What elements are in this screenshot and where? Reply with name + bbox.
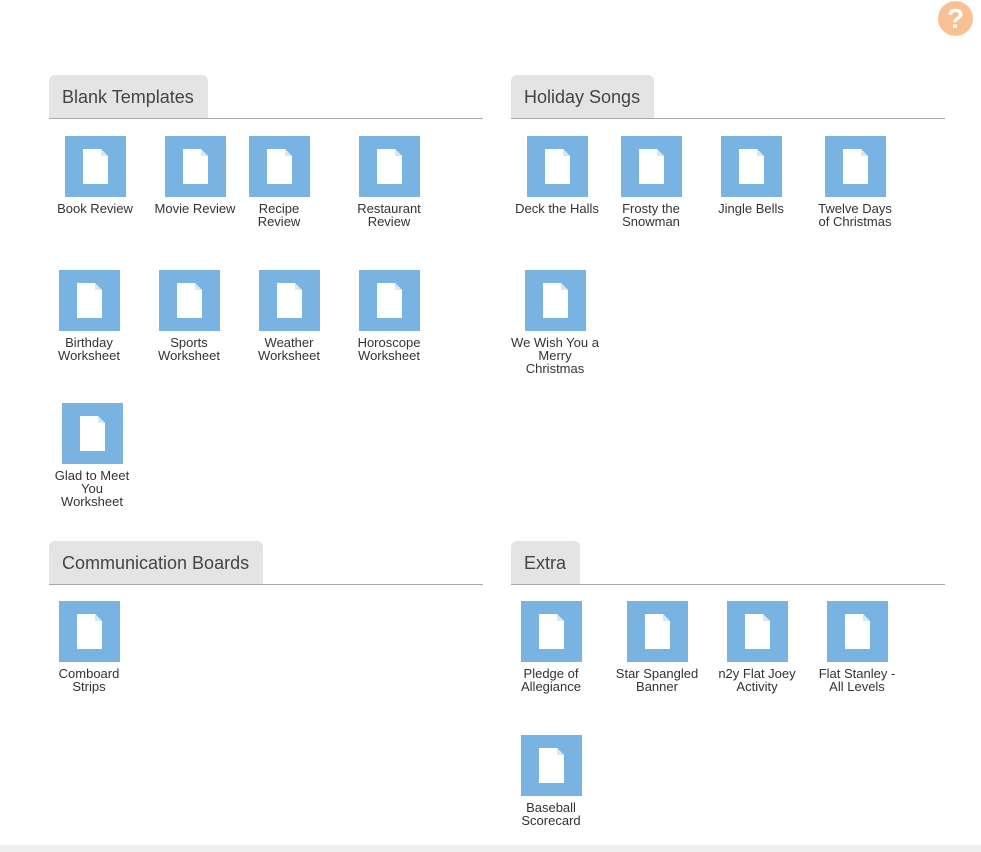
- template-item-pledge-of-allegiance[interactable]: Pledge of Allegiance: [511, 601, 591, 693]
- document-icon: [164, 136, 226, 197]
- document-icon: [358, 270, 420, 331]
- section-communication-boards: Communication Boards Comboard Strips: [49, 541, 483, 693]
- document-icon: [626, 601, 688, 662]
- template-label: Deck the Halls: [515, 201, 599, 216]
- template-item-sports-worksheet[interactable]: Sports Worksheet: [149, 270, 229, 362]
- section-header: Extra: [511, 541, 945, 585]
- document-icon: [720, 136, 782, 197]
- template-item-we-wish-you-a-merry-christmas[interactable]: We Wish You a Merry Christmas: [511, 270, 599, 375]
- document-icon: [258, 270, 320, 331]
- document-icon: [64, 136, 126, 197]
- document-icon: [824, 136, 886, 197]
- template-label: Frosty the Snowman: [622, 201, 680, 229]
- template-item-book-review[interactable]: Book Review: [49, 136, 141, 215]
- template-label: We Wish You a Merry Christmas: [511, 335, 599, 376]
- document-icon: [61, 403, 123, 464]
- template-item-deck-the-halls[interactable]: Deck the Halls: [511, 136, 603, 215]
- template-item-recipe-review[interactable]: Recipe Review: [249, 136, 310, 229]
- template-item-glad-to-meet-you-worksheet[interactable]: Glad to Meet You Worksheet: [49, 403, 135, 508]
- template-label: Jingle Bells: [718, 201, 784, 216]
- template-item-horoscope-worksheet[interactable]: Horoscope Worksheet: [349, 270, 429, 362]
- template-item-jingle-bells[interactable]: Jingle Bells: [711, 136, 791, 215]
- section-blank-templates: Blank Templates Book Review Movie Review…: [49, 75, 483, 508]
- document-icon: [158, 270, 220, 331]
- template-label: Restaurant Review: [357, 201, 421, 229]
- template-label: Pledge of Allegiance: [521, 666, 581, 694]
- section-title: Holiday Songs: [511, 75, 655, 118]
- template-item-comboard-strips[interactable]: Comboard Strips: [49, 601, 129, 693]
- template-label: Baseball Scorecard: [521, 800, 581, 828]
- help-button[interactable]: ?: [938, 1, 973, 36]
- section-header: Holiday Songs: [511, 75, 945, 119]
- section-title: Communication Boards: [49, 541, 264, 584]
- template-item-weather-worksheet[interactable]: Weather Worksheet: [249, 270, 329, 362]
- document-icon: [520, 601, 582, 662]
- question-mark-icon: ?: [946, 3, 965, 34]
- template-item-baseball-scorecard[interactable]: Baseball Scorecard: [511, 735, 591, 827]
- document-icon: [526, 136, 588, 197]
- document-icon: [620, 136, 682, 197]
- template-item-flat-stanley-all-levels[interactable]: Flat Stanley - All Levels: [811, 601, 903, 693]
- document-icon: [524, 270, 586, 331]
- template-label: Book Review: [57, 201, 133, 216]
- template-item-restaurant-review[interactable]: Restaurant Review: [349, 136, 429, 228]
- document-icon: [726, 601, 788, 662]
- template-item-birthday-worksheet[interactable]: Birthday Worksheet: [49, 270, 129, 362]
- template-label: Flat Stanley - All Levels: [818, 666, 896, 694]
- template-item-twelve-days-of-christmas[interactable]: Twelve Days of Christmas: [811, 136, 899, 228]
- template-label: Horoscope Worksheet: [357, 335, 421, 363]
- template-item-movie-review[interactable]: Movie Review: [149, 136, 241, 215]
- section-title: Blank Templates: [49, 75, 208, 118]
- bottom-scroll-bar: [0, 845, 981, 852]
- template-label: Sports Worksheet: [158, 335, 220, 363]
- section-header: Communication Boards: [49, 541, 483, 585]
- template-label: Recipe Review: [257, 201, 301, 229]
- template-item-frosty-the-snowman[interactable]: Frosty the Snowman: [611, 136, 691, 228]
- section-extra: Extra Pledge of Allegiance Star Spangled…: [511, 541, 945, 827]
- template-label: Weather Worksheet: [258, 335, 320, 363]
- section-holiday-songs: Holiday Songs Deck the Halls Frosty the …: [511, 75, 945, 375]
- document-icon: [358, 136, 420, 197]
- template-label: Birthday Worksheet: [58, 335, 120, 363]
- section-title: Extra: [511, 541, 581, 584]
- template-label: Movie Review: [154, 201, 236, 216]
- template-item-star-spangled-banner[interactable]: Star Spangled Banner: [609, 601, 705, 693]
- document-icon: [249, 136, 310, 197]
- section-header: Blank Templates: [49, 75, 483, 119]
- template-label: Comboard Strips: [58, 666, 120, 694]
- document-icon: [58, 601, 120, 662]
- template-label: Star Spangled Banner: [615, 666, 699, 694]
- document-icon: [826, 601, 888, 662]
- document-icon: [58, 270, 120, 331]
- document-icon: [520, 735, 582, 796]
- template-label: Glad to Meet You Worksheet: [54, 468, 130, 509]
- template-item-n2y-flat-joey-activity[interactable]: n2y Flat Joey Activity: [709, 601, 805, 693]
- template-label: n2y Flat Joey Activity: [718, 666, 796, 694]
- template-label: Twelve Days of Christmas: [818, 201, 892, 229]
